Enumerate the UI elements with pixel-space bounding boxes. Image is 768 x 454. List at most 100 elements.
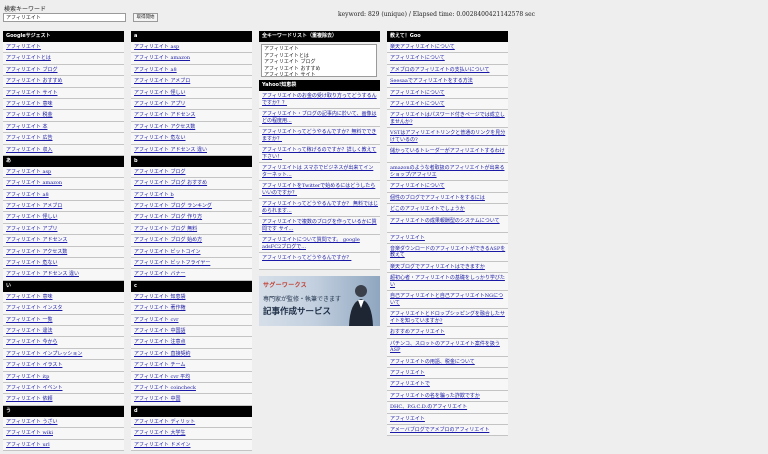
question-link[interactable]: 個性のブログでアフィリエイトをするには xyxy=(390,195,485,201)
question-link[interactable]: アフィリエイトについて xyxy=(390,183,445,189)
question-link[interactable]: アフィリエイトをTwitterで始めるにはどうしたらいいのですか？ xyxy=(262,183,375,196)
question-link[interactable]: アフィリエイトのお金の受け取り方ってどうするんですか？？ xyxy=(262,93,377,106)
keyword-link[interactable]: アフィリエイト うざい xyxy=(6,419,58,425)
keyword-link[interactable]: アフィリエイト ブログ 作り方 xyxy=(134,214,202,220)
keyword-link[interactable]: アフィリエイト 危ない xyxy=(134,135,186,141)
keyword-link[interactable]: アフィリエイト アプリ xyxy=(134,101,186,107)
fetch-button[interactable]: 取得開始 xyxy=(133,13,158,22)
keyword-link[interactable]: アフィリエイトとは xyxy=(6,55,51,61)
question-link[interactable]: 儲かっているトレーダーがアフィリエイトするわけ xyxy=(390,148,505,154)
keyword-link[interactable]: アフィリエイト イラスト xyxy=(6,362,62,368)
question-link[interactable]: アフィリエイトで xyxy=(390,381,430,387)
keyword-link[interactable]: アフィリエイト サイト xyxy=(6,90,58,96)
question-link[interactable]: パチンコ、スロットのアフィリエイト案件を扱うASP xyxy=(390,341,500,354)
keyword-link[interactable]: アフィリエイト 中国語 xyxy=(134,328,186,334)
question-link[interactable]: 音楽ダウンロードのアフィリエイトができるASPを教えて xyxy=(390,246,505,259)
keyword-link[interactable]: アフィリエイト 意味 xyxy=(6,101,53,107)
keyword-link[interactable]: アフィリエイト ドメイン xyxy=(134,442,191,448)
question-link[interactable]: アフィリエイトの名を騙った詐欺ですか xyxy=(390,393,480,399)
question-link[interactable]: アフィリエイト xyxy=(390,235,425,241)
question-link[interactable]: おすすめアフィリエイト xyxy=(390,329,445,335)
question-link[interactable]: 楽天ブログでアフィリエイトはできますか xyxy=(390,264,485,270)
keyword-link[interactable]: アフィリエイト a8 xyxy=(134,67,177,73)
keyword-link[interactable]: アフィリエイト 著作権 xyxy=(134,305,186,311)
keyword-link[interactable]: アフィリエイト ブログ おすすめ xyxy=(134,180,207,186)
question-link[interactable]: アフィリエイト xyxy=(390,416,425,422)
keyword-link[interactable]: アフィリエイト 違法 xyxy=(6,328,53,334)
keyword-link[interactable]: アフィリエイト b xyxy=(134,192,174,198)
keyword-link[interactable]: アフィリエイト ブログ 無料 xyxy=(134,226,197,232)
keyword-link[interactable]: アフィリエイト チーム xyxy=(134,362,185,368)
keyword-link[interactable]: アフィリエイト 中国 xyxy=(134,396,181,402)
keyword-link[interactable]: アフィリエイト itp xyxy=(6,374,49,380)
question-link[interactable]: 超初心者・アフィリエイトの基礎をしっかり学びたい xyxy=(390,275,505,288)
keyword-link[interactable]: アフィリエイト アメブロ xyxy=(134,78,190,84)
keyword-link[interactable]: アフィリエイト asp xyxy=(6,169,51,175)
keyword-link[interactable]: アフィリエイト バナー xyxy=(134,271,186,277)
question-link[interactable]: Seesaaでアフィリエイトをする方法 xyxy=(390,78,473,84)
keyword-link[interactable]: アフィリエイト アクセス数 xyxy=(134,124,195,130)
keyword-link[interactable]: アフィリエイト ブログ 始め方 xyxy=(134,237,202,243)
keyword-list-textarea[interactable] xyxy=(261,44,377,77)
keyword-link[interactable]: アフィリエイト 税金 xyxy=(6,112,53,118)
question-link[interactable]: アメーバブログでアメブロのアフィリエイト xyxy=(390,427,489,433)
keyword-link[interactable]: アフィリエイト 大学生 xyxy=(134,430,186,436)
question-link[interactable]: アフィリエイトはパスワード付きページでは成立しませんか? xyxy=(390,112,505,125)
keyword-link[interactable]: アフィリエイト a8 xyxy=(6,192,49,198)
keyword-link[interactable]: アフィリエイト ビットコイン xyxy=(134,249,201,255)
question-link[interactable]: アフィリエイトってどうやるんですか？ 無料ではじめられます... xyxy=(262,201,378,214)
question-link[interactable]: アフィリエイトについて xyxy=(390,101,445,107)
keyword-link[interactable]: アフィリエイト アクセス数 xyxy=(6,249,67,255)
keyword-link[interactable]: アフィリエイト ブログ xyxy=(134,169,186,175)
keyword-link[interactable]: アフィリエイト 意味 xyxy=(6,294,53,300)
keyword-link[interactable]: アフィリエイト ブログ ランキング xyxy=(134,203,212,209)
question-link[interactable]: アメブロのアフィリエイトの支払いについて xyxy=(390,67,490,73)
keyword-link[interactable]: アフィリエイト amazon xyxy=(134,55,190,61)
keyword-link[interactable]: アフィリエイト 広告 xyxy=(6,135,53,141)
keyword-link[interactable]: アフィリエイト coincheck xyxy=(134,385,196,391)
question-link[interactable]: アフィリエイトってどうやるんですか？ xyxy=(262,255,351,261)
question-link[interactable]: アフィリエイトについて xyxy=(390,90,445,96)
keyword-link[interactable]: アフィリエイト xyxy=(6,44,41,50)
question-link[interactable]: アフィリエイトの成果報酬型のシステムについて xyxy=(390,218,500,224)
keyword-link[interactable]: アフィリエイト amazon xyxy=(6,180,62,186)
keyword-link[interactable]: アフィリエイト インスタ xyxy=(6,305,62,311)
keyword-link[interactable]: アフィリエイト cvr xyxy=(134,317,179,323)
keyword-link[interactable]: アフィリエイト 直接契約 xyxy=(134,351,191,357)
question-link[interactable]: アフィリエイトは スマホでビジネスが出来てインターネット... xyxy=(262,165,373,178)
keyword-link[interactable]: アフィリエイト ビットフライヤー xyxy=(134,260,210,266)
keyword-link[interactable]: アフィリエイト イベント xyxy=(6,385,63,391)
keyword-link[interactable]: アフィリエイト アドセンス xyxy=(6,237,67,243)
ad-banner[interactable]: サグーワークス 専門家が監修・執筆できます 記事作成サービス xyxy=(259,276,380,326)
keyword-link[interactable]: アフィリエイト アドセンス xyxy=(134,112,195,118)
question-link[interactable]: アフィリエイトについて xyxy=(390,55,445,61)
keyword-link[interactable]: アフィリエイト asp xyxy=(134,44,179,50)
keyword-link[interactable]: アフィリエイト 危ない xyxy=(6,260,58,266)
search-input[interactable] xyxy=(3,13,126,22)
keyword-link[interactable]: アフィリエイト 収入 xyxy=(6,147,53,153)
keyword-link[interactable]: アフィリエイト 本 xyxy=(6,124,48,130)
question-link[interactable]: アフィリエイトについて質問です。 google adsFC2ブログで... xyxy=(262,237,360,250)
question-link[interactable]: amazonのような者取扱のアフィリエイトが出来るショップ/アフィリエ xyxy=(390,165,504,178)
keyword-link[interactable]: アフィリエイト url xyxy=(6,442,50,448)
question-link[interactable]: VSTはアフィリエイトリンクと普通のリンクを見分けているの? xyxy=(390,130,505,143)
question-link[interactable]: アフィリエイトってどうやるんですか？無料でできますか？ xyxy=(262,129,376,142)
keyword-link[interactable]: アフィリエイト アドセンス 違い xyxy=(6,271,79,277)
keyword-link[interactable]: アフィリエイト ディリット xyxy=(134,419,195,425)
keyword-link[interactable]: アフィリエイト 怪しい xyxy=(6,214,58,220)
keyword-link[interactable]: アフィリエイト 一覧 xyxy=(6,317,53,323)
keyword-link[interactable]: アフィリエイト アメブロ xyxy=(6,203,62,209)
question-link[interactable]: アフィリエイトって稼げるのですか？詳しく教えて下さい！ xyxy=(262,147,376,160)
question-link[interactable]: アフィリエイトとドロップシッピングを融合したサイトを知っていますか? xyxy=(390,311,505,324)
question-link[interactable]: どこのアフィリエイトでしょうか xyxy=(390,206,465,212)
question-link[interactable]: DHC、P.G.C.D.のアフィリエイト xyxy=(390,404,467,410)
keyword-link[interactable]: アフィリエイト wiki xyxy=(6,430,53,436)
keyword-link[interactable]: アフィリエイト 知恵袋 xyxy=(134,294,186,300)
keyword-link[interactable]: アフィリエイト 注意点 xyxy=(134,339,186,345)
keyword-link[interactable]: アフィリエイト アドセンス 違い xyxy=(134,147,207,153)
question-link[interactable]: アフィリエイトで複数のブログを作っているかに質問です サイ... xyxy=(262,219,377,232)
question-link[interactable]: 楽天アフィリエイトについて xyxy=(390,44,455,50)
question-link[interactable]: アフィリエイトの用語、税金について xyxy=(390,359,475,365)
question-link[interactable]: 自己アフィリエイトと自己アフィリエイトNGについて xyxy=(390,293,503,306)
keyword-link[interactable]: アフィリエイト アプリ xyxy=(6,226,58,232)
